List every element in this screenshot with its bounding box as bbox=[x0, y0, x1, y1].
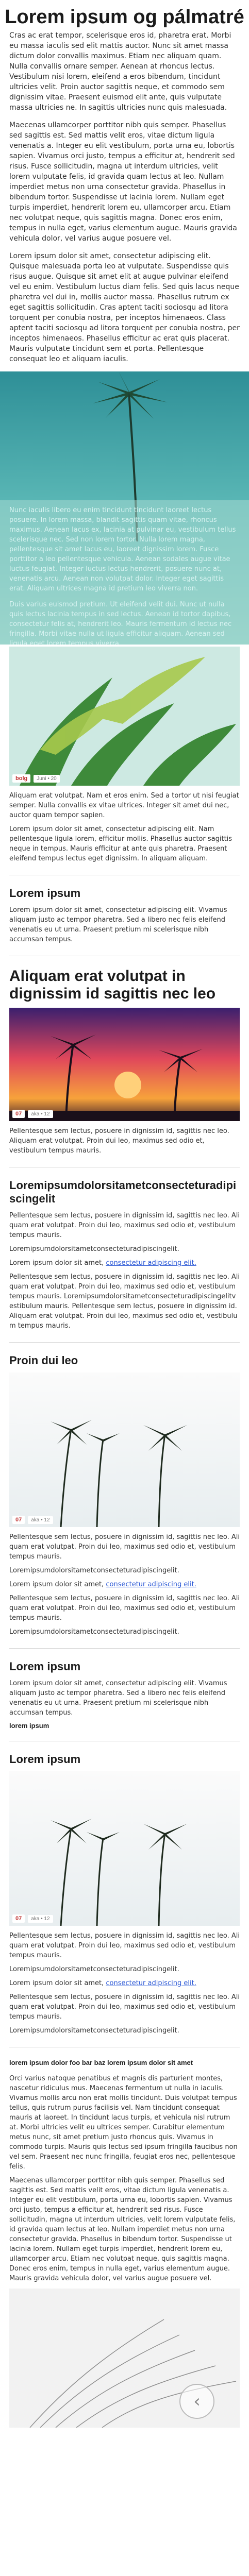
section-paragraph-3: Lorem ipsum dolor sit amet, consectetur … bbox=[9, 1580, 240, 1589]
section-heading: Loremipsumdolorsitametconsecteturadipisc… bbox=[9, 1179, 237, 1205]
footer-text: Orci varius natoque penatibus et magnis … bbox=[9, 2074, 240, 2283]
palm-trees-sky-image bbox=[9, 1771, 240, 1926]
section-lead-text: Lorem ipsum dolor sit amet, bbox=[9, 1581, 104, 1588]
footer-paragraph-2: Maecenas ullamcorper porttitor nibh quis… bbox=[9, 2177, 236, 2282]
section-paragraph-4: Pellentesque sem lectus, posuere in dign… bbox=[9, 1993, 240, 2021]
gallery-image[interactable]: ‹ bbox=[9, 2289, 240, 2428]
palm-leaves-image bbox=[9, 647, 240, 786]
bottom-spacer bbox=[0, 2428, 249, 2437]
section-paragraph-2: Loremipsumdolorsitametconsecteturadipisc… bbox=[9, 1965, 179, 1973]
card-paragraph-2: Lorem ipsum dolor sit amet, consectetur … bbox=[9, 825, 233, 862]
divider bbox=[9, 1648, 240, 1649]
section-heading: Proin dui leo bbox=[9, 1354, 78, 1367]
inline-link[interactable]: consectetur adipiscing elit. bbox=[106, 1979, 196, 1987]
image-badges: 07 aka • 12 bbox=[12, 1914, 53, 1923]
section-paragraph-5: Loremipsumdolorsitametconsecteturadipisc… bbox=[9, 1628, 179, 1636]
section-text: Pellentesque sem lectus, posuere in dign… bbox=[9, 1211, 240, 1331]
intro-paragraph-1: Cras ac erat tempor, scelerisque eros id… bbox=[9, 31, 231, 112]
hero-text: Nunc iaculis libero eu enim tincidunt ti… bbox=[9, 505, 240, 645]
hero-paragraph-1: Nunc iaculis libero eu enim tincidunt ti… bbox=[9, 506, 236, 592]
section-paragraph-4: Pellentesque sem lectus, posuere in dign… bbox=[9, 1273, 240, 1330]
chevron-left-icon: ‹ bbox=[193, 2391, 201, 2412]
sunset-image[interactable]: 07 aka • 12 bbox=[9, 1008, 240, 1121]
inline-link[interactable]: consectetur adipiscing elit. bbox=[106, 1259, 196, 1267]
image-badges: 07 aka • 12 bbox=[12, 1516, 53, 1524]
card-caption: Aliquam erat volutpat. Nam et eros enim.… bbox=[9, 791, 240, 863]
count-badge[interactable]: 07 bbox=[12, 1914, 25, 1923]
page-title: Lorem ipsum og pálmatré bbox=[5, 6, 244, 28]
date-badge: aka • 12 bbox=[28, 1110, 53, 1118]
image-badges: 07 aka • 12 bbox=[12, 1110, 53, 1118]
section-paragraph-1: Pellentesque sem lectus, posuere in dign… bbox=[9, 1212, 240, 1239]
section-heading: Aliquam erat volutpat in dignissim id sa… bbox=[9, 968, 216, 1002]
section-heading: Lorem ipsum bbox=[9, 1660, 81, 1673]
section-paragraph-4: Pellentesque sem lectus, posuere in dign… bbox=[9, 1595, 240, 1622]
intro-paragraph-3: Lorem ipsum dolor sit amet, consectetur … bbox=[9, 252, 240, 363]
section-lead-text: Lorem ipsum dolor sit amet, bbox=[9, 1259, 104, 1267]
section-paragraph-2: Loremipsumdolorsitametconsecteturadipisc… bbox=[9, 1245, 179, 1253]
section-paragraph: Lorem ipsum dolor sit amet, consectetur … bbox=[9, 906, 227, 943]
section-heading: Lorem ipsum bbox=[9, 887, 81, 900]
sunset-palms-image bbox=[9, 1008, 240, 1121]
card-image[interactable]: bolg Juni • 20 bbox=[9, 647, 240, 786]
count-badge[interactable]: 07 bbox=[12, 1110, 25, 1118]
footer-paragraph-1: Orci varius natoque penatibus et magnis … bbox=[9, 2075, 238, 2171]
palm-tree-image[interactable]: 07 aka • 12 bbox=[9, 1372, 240, 1527]
section-text: Lorem ipsum dolor sit amet, consectetur … bbox=[9, 905, 240, 944]
section-text: Pellentesque sem lectus, posuere in dign… bbox=[9, 1532, 240, 1637]
gallery-prev-button[interactable]: ‹ bbox=[179, 2384, 214, 2419]
section-paragraph-5: Loremipsumdolorsitametconsecteturadipisc… bbox=[9, 2027, 179, 2035]
section-text: Pellentesque sem lectus, posuere in dign… bbox=[9, 1931, 240, 2036]
section-paragraph-1: Pellentesque sem lectus, posuere in dign… bbox=[9, 1932, 240, 1959]
count-badge[interactable]: 07 bbox=[12, 1516, 25, 1524]
section-text: Lorem ipsum dolor sit amet, consectetur … bbox=[9, 1679, 240, 1718]
date-badge: aka • 12 bbox=[28, 1516, 53, 1524]
date-badge: Juni • 20 bbox=[34, 774, 60, 783]
page: Lorem ipsum og pálmatré Cras ac erat tem… bbox=[0, 0, 249, 2437]
section-paragraph-3: Lorem ipsum dolor sit amet, consectetur … bbox=[9, 1258, 240, 1268]
section-paragraph-3: Lorem ipsum dolor sit amet, consectetur … bbox=[9, 1978, 240, 1988]
category-badge[interactable]: bolg bbox=[12, 774, 31, 783]
date-badge: aka • 12 bbox=[28, 1914, 53, 1923]
intro-text: Cras ac erat tempor, scelerisque eros id… bbox=[9, 30, 240, 364]
section-paragraph-2: Loremipsumdolorsitametconsecteturadipisc… bbox=[9, 1567, 179, 1574]
section-lead-text: Lorem ipsum dolor sit amet, bbox=[9, 1979, 104, 1987]
divider bbox=[9, 1342, 240, 1343]
section-heading: Lorem ipsum bbox=[9, 1753, 81, 1766]
palm-tree-image[interactable]: 07 aka • 12 bbox=[9, 1771, 240, 1926]
footer-tagline: lorem ipsum dolor foo bar baz lorem ipsu… bbox=[9, 2059, 193, 2066]
palm-trees-sky-image bbox=[9, 1372, 240, 1527]
section-tagline: lorem ipsum bbox=[9, 1722, 49, 1730]
section-paragraph: Pellentesque sem lectus, posuere in dign… bbox=[9, 1127, 229, 1155]
card-badges: bolg Juni • 20 bbox=[12, 774, 60, 783]
intro-paragraph-2: Maecenas ullamcorper porttitor nibh quis… bbox=[9, 121, 237, 243]
hero-paragraph-2: Duis varius euismod pretium. Ut eleifend… bbox=[9, 601, 232, 645]
section-paragraph: Lorem ipsum dolor sit amet, consectetur … bbox=[9, 1680, 227, 1717]
card-paragraph-1: Aliquam erat volutpat. Nam et eros enim.… bbox=[9, 792, 239, 819]
section-paragraph-1: Pellentesque sem lectus, posuere in dign… bbox=[9, 1533, 240, 1561]
hero-image: Nunc iaculis libero eu enim tincidunt ti… bbox=[0, 371, 249, 645]
section-text: Pellentesque sem lectus, posuere in dign… bbox=[9, 1126, 240, 1156]
inline-link[interactable]: consectetur adipiscing elit. bbox=[106, 1581, 196, 1588]
